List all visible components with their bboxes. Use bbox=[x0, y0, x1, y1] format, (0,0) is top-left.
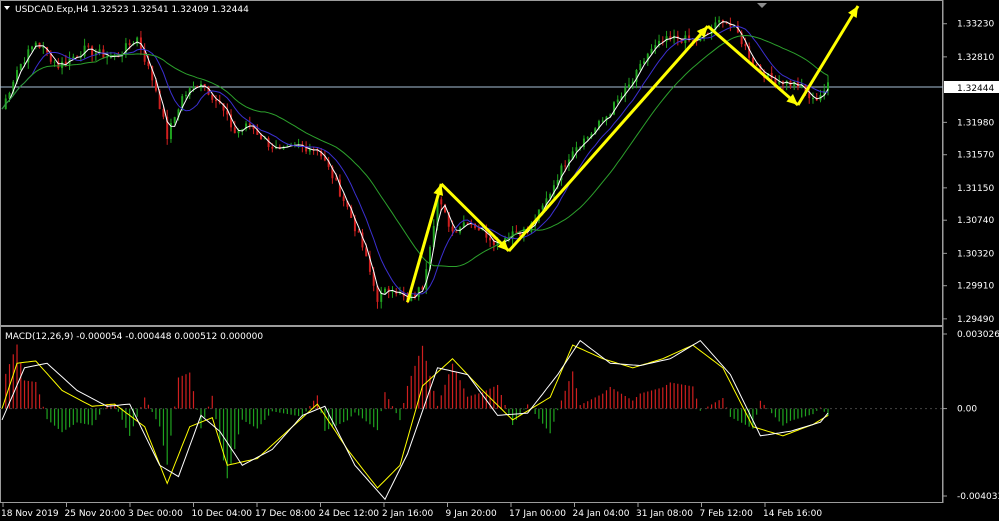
candle-body bbox=[616, 99, 619, 103]
candle-body bbox=[489, 237, 492, 241]
candle-body bbox=[53, 61, 56, 63]
price-tick-label: 1.30740 bbox=[957, 216, 994, 226]
time-tick-label: 17 Dec 08:00 bbox=[255, 509, 316, 519]
price-tick-label: 1.33230 bbox=[957, 20, 994, 30]
price-tick-label: 1.29490 bbox=[957, 315, 994, 325]
candle-body bbox=[541, 205, 544, 210]
candle-body bbox=[31, 46, 34, 50]
price-tick-label: 1.32810 bbox=[957, 53, 994, 63]
price-tick-label: 1.29910 bbox=[957, 282, 994, 292]
time-tick-label: 2 Jan 16:00 bbox=[382, 509, 434, 519]
candle-body bbox=[248, 123, 251, 126]
candle-body bbox=[755, 64, 758, 66]
current-price-label: 1.32444 bbox=[957, 84, 994, 94]
candle-body bbox=[451, 226, 454, 232]
macd-tick-label: 0.003026 bbox=[957, 330, 999, 340]
candle-body bbox=[357, 231, 360, 233]
time-axis: 18 Nov 2019 25 Nov 20:00 3 Dec 00:00 10 Dec… bbox=[1, 503, 822, 519]
candle-body bbox=[271, 146, 274, 149]
time-tick-label: 17 Jan 00:00 bbox=[509, 509, 566, 519]
candle-body bbox=[211, 94, 214, 100]
price-axis: 1.33230 1.32810 1.31980 1.31570 1.31150 1.307… bbox=[943, 20, 994, 325]
time-tick-label: 14 Feb 16:00 bbox=[763, 509, 822, 519]
candle-body bbox=[639, 63, 642, 71]
time-tick-label: 7 Feb 12:00 bbox=[700, 509, 754, 519]
candle-body bbox=[515, 231, 518, 233]
candle-body bbox=[718, 20, 721, 23]
price-tick-label: 1.31570 bbox=[957, 151, 994, 161]
time-tick-label: 25 Nov 20:00 bbox=[65, 509, 126, 519]
candle-body bbox=[383, 288, 386, 293]
trading-chart[interactable]: USDCAD.Exp,H4 1.32523 1.32541 1.32409 1.… bbox=[0, 0, 999, 521]
candle-body bbox=[455, 231, 458, 233]
candle-body bbox=[72, 56, 75, 59]
candle-body bbox=[91, 46, 94, 56]
candle-body bbox=[233, 127, 236, 134]
candle-body bbox=[192, 86, 195, 89]
candle-body bbox=[417, 287, 420, 297]
time-tick-label: 18 Nov 2019 bbox=[1, 509, 59, 519]
candle-body bbox=[575, 147, 578, 152]
time-tick-label: 24 Dec 12:00 bbox=[319, 509, 380, 519]
candle-body bbox=[342, 196, 345, 202]
time-tick-label: 24 Jan 04:00 bbox=[573, 509, 630, 519]
candle-body bbox=[173, 117, 176, 124]
candle-body bbox=[601, 120, 604, 122]
candle-body bbox=[215, 99, 218, 102]
symbol-header: USDCAD.Exp,H4 1.32523 1.32541 1.32409 1.… bbox=[15, 5, 249, 15]
candle-body bbox=[744, 44, 747, 47]
candle-body bbox=[87, 45, 90, 47]
candle-body bbox=[477, 227, 480, 231]
time-tick-label: 9 Jan 20:00 bbox=[446, 509, 498, 519]
macd-tick-label: -0.004033 bbox=[957, 492, 999, 502]
price-tick-label: 1.31150 bbox=[957, 184, 994, 194]
candle-body bbox=[237, 130, 240, 134]
candle-body bbox=[128, 43, 131, 46]
candle-body bbox=[184, 94, 187, 97]
candle-body bbox=[83, 45, 86, 57]
candle-body bbox=[628, 84, 631, 88]
candle-body bbox=[564, 165, 567, 167]
macd-header: MACD(12,26,9) -0.000054 -0.000448 0.0005… bbox=[5, 332, 263, 342]
candle-body bbox=[335, 178, 338, 180]
candle-body bbox=[586, 137, 589, 139]
candle-body bbox=[19, 63, 22, 71]
price-tick-label: 1.30320 bbox=[957, 249, 994, 259]
time-tick-label: 3 Dec 00:00 bbox=[128, 509, 183, 519]
candle-body bbox=[466, 222, 469, 224]
macd-tick-label: 0.00 bbox=[957, 405, 977, 415]
candle-body bbox=[811, 97, 814, 99]
candle-body bbox=[61, 61, 64, 69]
macd-axis: 0.003026 0.00 -0.004033 bbox=[943, 330, 999, 502]
candle-body bbox=[42, 47, 45, 49]
price-tick-label: 1.31980 bbox=[957, 118, 994, 128]
candle-body bbox=[440, 199, 443, 205]
time-tick-label: 10 Dec 04:00 bbox=[192, 509, 253, 519]
time-tick-label: 31 Jan 08:00 bbox=[636, 509, 693, 519]
